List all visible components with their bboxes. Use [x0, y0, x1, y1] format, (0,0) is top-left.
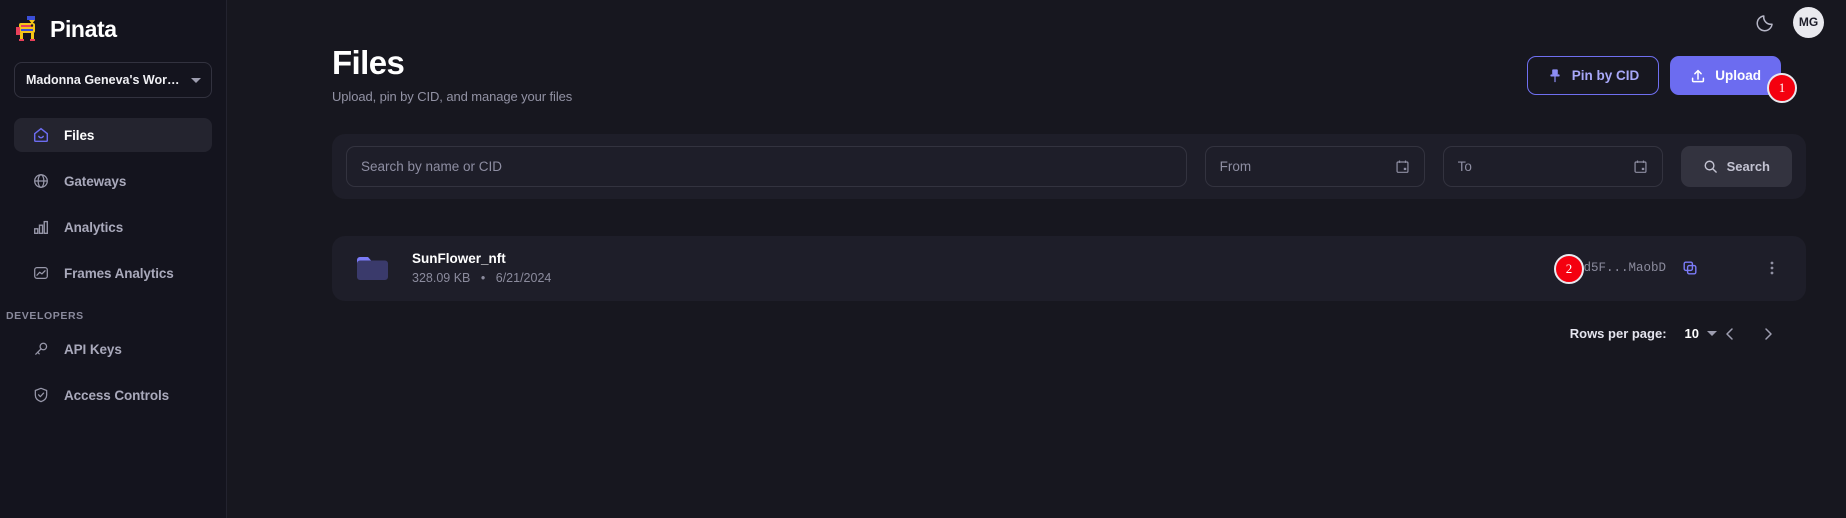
sidebar-item-api-keys[interactable]: API Keys — [14, 332, 212, 366]
avatar-initials: MG — [1798, 15, 1819, 29]
content-area: Files Upload, pin by CID, and manage you… — [227, 44, 1846, 347]
file-meta: SunFlower_nft 328.09 KB • 6/21/2024 — [412, 251, 551, 285]
search-filter-bar: Search — [332, 133, 1806, 199]
next-page-button[interactable] — [1755, 321, 1781, 347]
annotation-marker-2: 2 — [1554, 253, 1584, 284]
calendar-icon — [1396, 160, 1409, 173]
file-size: 328.09 KB — [412, 271, 471, 286]
avatar[interactable]: MG — [1793, 6, 1824, 38]
pin-icon — [1550, 68, 1560, 82]
sidebar-item-gateways[interactable]: Gateways — [14, 164, 212, 198]
from-date-wrapper[interactable] — [1204, 145, 1425, 187]
rows-per-page-label: Rows per page: — [1569, 326, 1667, 342]
kebab-menu-icon[interactable] — [1764, 260, 1780, 276]
pagination: Rows per page: 10 — [332, 321, 1806, 347]
bar-chart-icon — [34, 220, 48, 234]
brand-name: Pinata — [50, 15, 117, 42]
chevron-right-icon — [1765, 328, 1772, 340]
annotation-marker-1: 1 — [1767, 73, 1797, 103]
folder-icon — [357, 257, 388, 281]
globe-icon — [34, 174, 48, 188]
sidebar-section-title: DEVELOPERS — [6, 310, 84, 322]
upload-label: Upload — [1715, 68, 1761, 83]
pin-by-cid-label: Pin by CID — [1571, 68, 1640, 83]
magnifier-icon — [1704, 160, 1717, 173]
search-button[interactable]: Search — [1680, 145, 1792, 187]
page-title-block: Files Upload, pin by CID, and manage you… — [332, 44, 572, 104]
page-title: Files — [332, 44, 405, 81]
chevron-left-icon — [1726, 328, 1733, 340]
workspace-selector[interactable]: Madonna Geneva's Worksp... — [14, 62, 212, 98]
sidebar-nav: Files Gateways Analytics Frames Analytic… — [0, 118, 226, 412]
workspace-label: Madonna Geneva's Worksp... — [26, 73, 186, 87]
key-icon — [35, 342, 48, 355]
page-subtitle: Upload, pin by CID, and manage your file… — [332, 88, 573, 104]
chevron-down-icon — [191, 77, 201, 83]
topbar: MG — [227, 0, 1846, 44]
sidebar-item-label: Frames Analytics — [64, 265, 174, 281]
file-separator: • — [480, 271, 486, 286]
prev-page-button[interactable] — [1717, 321, 1743, 347]
to-date-input[interactable] — [1457, 158, 1633, 174]
header-actions: Pin by CID Upload 1 — [1526, 56, 1797, 103]
app-root: Pinata Madonna Geneva's Worksp... Files — [0, 0, 1846, 518]
sidebar-item-label: Access Controls — [64, 387, 170, 403]
page-header: Files Upload, pin by CID, and manage you… — [332, 44, 1806, 104]
table-row[interactable]: SunFlower_nft 328.09 KB • 6/21/2024 Qmd5… — [332, 235, 1806, 301]
main-content: MG Files Upload, pin by CID, and manage … — [227, 0, 1846, 518]
sidebar-item-label: Files — [64, 127, 95, 143]
pinata-logo-icon — [16, 16, 35, 41]
copy-icon[interactable] — [1682, 260, 1698, 276]
upload-button[interactable]: Upload — [1670, 56, 1781, 95]
sidebar-item-label: Analytics — [64, 219, 124, 235]
to-date-wrapper[interactable] — [1442, 145, 1663, 187]
sidebar-item-files[interactable]: Files — [14, 118, 212, 152]
sidebar-developers-group: DEVELOPERS API Keys Access Controls — [0, 302, 226, 412]
from-date-input[interactable] — [1219, 158, 1395, 174]
calendar-icon — [1634, 160, 1647, 173]
sidebar-item-analytics[interactable]: Analytics — [14, 210, 212, 244]
sidebar-item-frames-analytics[interactable]: Frames Analytics — [14, 256, 212, 290]
file-date: 6/21/2024 — [495, 271, 552, 286]
file-subinfo: 328.09 KB • 6/21/2024 — [412, 271, 551, 285]
image-trend-icon — [34, 266, 48, 280]
shield-check-icon — [34, 387, 48, 403]
home-files-icon — [33, 127, 49, 143]
sidebar-item-label: API Keys — [64, 341, 122, 357]
search-input[interactable] — [361, 158, 1172, 174]
upload-icon — [1692, 69, 1705, 82]
rows-per-page-value[interactable]: 10 — [1685, 326, 1699, 341]
file-name: SunFlower_nft — [412, 251, 506, 267]
search-button-label: Search — [1726, 158, 1770, 174]
sidebar-item-access-controls[interactable]: Access Controls — [14, 378, 212, 412]
chevron-down-icon[interactable] — [1707, 331, 1717, 337]
moon-icon[interactable] — [1755, 11, 1777, 33]
sidebar: Pinata Madonna Geneva's Worksp... Files — [0, 0, 227, 518]
brand[interactable]: Pinata — [0, 0, 226, 46]
pin-by-cid-button[interactable]: Pin by CID — [1526, 56, 1660, 95]
sidebar-item-label: Gateways — [64, 173, 127, 189]
search-input-wrapper[interactable] — [346, 145, 1187, 187]
